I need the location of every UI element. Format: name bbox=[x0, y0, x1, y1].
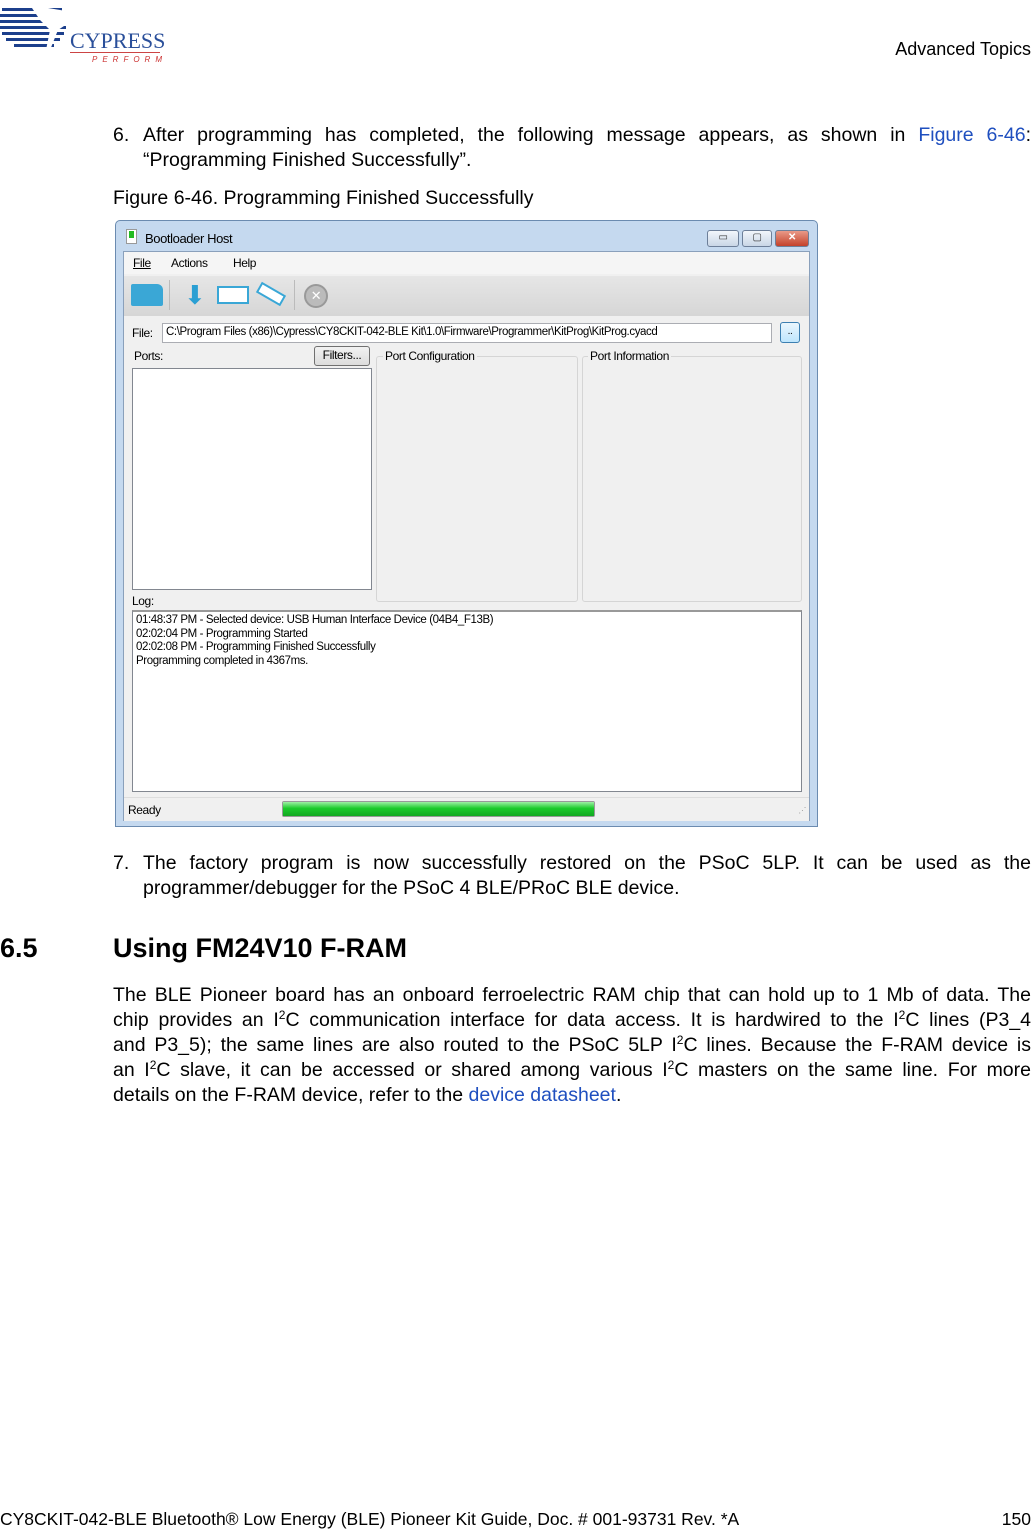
cypress-logo: CYPRESS PERFORM bbox=[0, 0, 165, 65]
datasheet-link[interactable]: device datasheet bbox=[469, 1084, 616, 1106]
port-configuration-group bbox=[376, 356, 578, 602]
filters-button[interactable]: Filters... bbox=[314, 346, 370, 366]
footer-doc-title: CY8CKIT-042-BLE Bluetooth® Low Energy (B… bbox=[0, 1509, 740, 1529]
browse-button[interactable]: .. bbox=[780, 322, 800, 343]
step-text: The factory program is now successfully … bbox=[143, 852, 1031, 874]
section-number: 6.5 bbox=[0, 933, 38, 963]
ports-label: Ports: bbox=[134, 349, 163, 363]
bootloader-host-window: Bootloader Host ▭ ▢ ✕ File Actions Help … bbox=[115, 220, 818, 827]
log-label: Log: bbox=[132, 594, 154, 608]
app-icon bbox=[126, 229, 137, 244]
port-information-group bbox=[582, 356, 802, 602]
page-number: 150 bbox=[1001, 1509, 1031, 1529]
text: : bbox=[1025, 124, 1031, 146]
log-line: 01:48:37 PM - Selected device: USB Human… bbox=[136, 614, 494, 626]
toolbar-separator bbox=[294, 280, 295, 310]
line: The BLE Pioneer board has an onboard fer… bbox=[113, 984, 1031, 1006]
step-text: After programming has completed, the fol… bbox=[143, 123, 1031, 148]
svg-text:PERFORM: PERFORM bbox=[92, 55, 165, 64]
line: chip provides an I2C communication inter… bbox=[113, 1008, 1031, 1031]
ports-list[interactable] bbox=[132, 368, 372, 590]
step-number: 7. bbox=[113, 852, 130, 874]
log-line: 02:02:08 PM - Programming Finished Succe… bbox=[136, 641, 376, 653]
close-button[interactable]: ✕ bbox=[775, 230, 809, 247]
window-client: File Actions Help ⬇ ✕ File: C:\Program F… bbox=[123, 251, 810, 821]
step-text-line2: programmer/debugger for the PSoC 4 BLE/P… bbox=[143, 877, 680, 899]
figure-link[interactable]: Figure 6-46 bbox=[918, 124, 1025, 146]
menu-bar: File Actions Help bbox=[124, 252, 809, 274]
svg-text:CYPRESS: CYPRESS bbox=[70, 28, 165, 53]
menu-help[interactable]: Help bbox=[233, 256, 256, 270]
maximize-button[interactable]: ▢ bbox=[742, 230, 772, 247]
erase-icon[interactable] bbox=[255, 281, 287, 307]
line: and P3_5); the same lines are also route… bbox=[113, 1033, 1031, 1056]
text: After programming has completed, the fol… bbox=[143, 124, 919, 146]
resize-grip-icon[interactable]: ⋰ bbox=[798, 806, 806, 815]
window-title: Bootloader Host bbox=[145, 231, 233, 246]
line: an I2C slave, it can be accessed or shar… bbox=[113, 1058, 1031, 1081]
section-title: Using FM24V10 F-RAM bbox=[113, 933, 408, 963]
verify-icon[interactable] bbox=[217, 286, 249, 304]
step-number: 6. bbox=[113, 124, 130, 146]
menu-file[interactable]: File bbox=[133, 256, 151, 270]
figure-caption: Figure 6-46. Programming Finished Succes… bbox=[113, 187, 534, 209]
progress-fill bbox=[283, 802, 594, 816]
status-bar: Ready ⋰ bbox=[124, 797, 809, 821]
line: details on the F-RAM device, refer to th… bbox=[113, 1084, 622, 1106]
status-text: Ready bbox=[128, 803, 161, 817]
toolbar-separator bbox=[169, 280, 170, 310]
toolbar: ⬇ ✕ bbox=[124, 276, 809, 316]
minimize-button[interactable]: ▭ bbox=[707, 230, 739, 247]
progress-bar bbox=[282, 801, 595, 817]
port-configuration-label: Port Configuration bbox=[383, 349, 477, 363]
file-label: File: bbox=[132, 326, 153, 340]
menu-actions[interactable]: Actions bbox=[171, 256, 208, 270]
paragraph: The BLE Pioneer board has an onboard fer… bbox=[113, 983, 1031, 1108]
file-path-input[interactable]: C:\Program Files (x86)\Cypress\CY8CKIT-0… bbox=[162, 323, 772, 343]
program-icon[interactable]: ⬇ bbox=[184, 282, 206, 308]
log-textarea[interactable]: 01:48:37 PM - Selected device: USB Human… bbox=[132, 610, 802, 792]
log-line: 02:02:04 PM - Programming Started bbox=[136, 627, 308, 640]
abort-icon[interactable]: ✕ bbox=[304, 284, 328, 308]
section-header: Advanced Topics bbox=[895, 39, 1031, 59]
step-text-line2: “Programming Finished Successfully”. bbox=[143, 149, 472, 171]
port-information-label: Port Information bbox=[588, 349, 671, 363]
log-line: Programming completed in 4367ms. bbox=[136, 654, 308, 667]
open-folder-icon[interactable] bbox=[131, 284, 163, 306]
